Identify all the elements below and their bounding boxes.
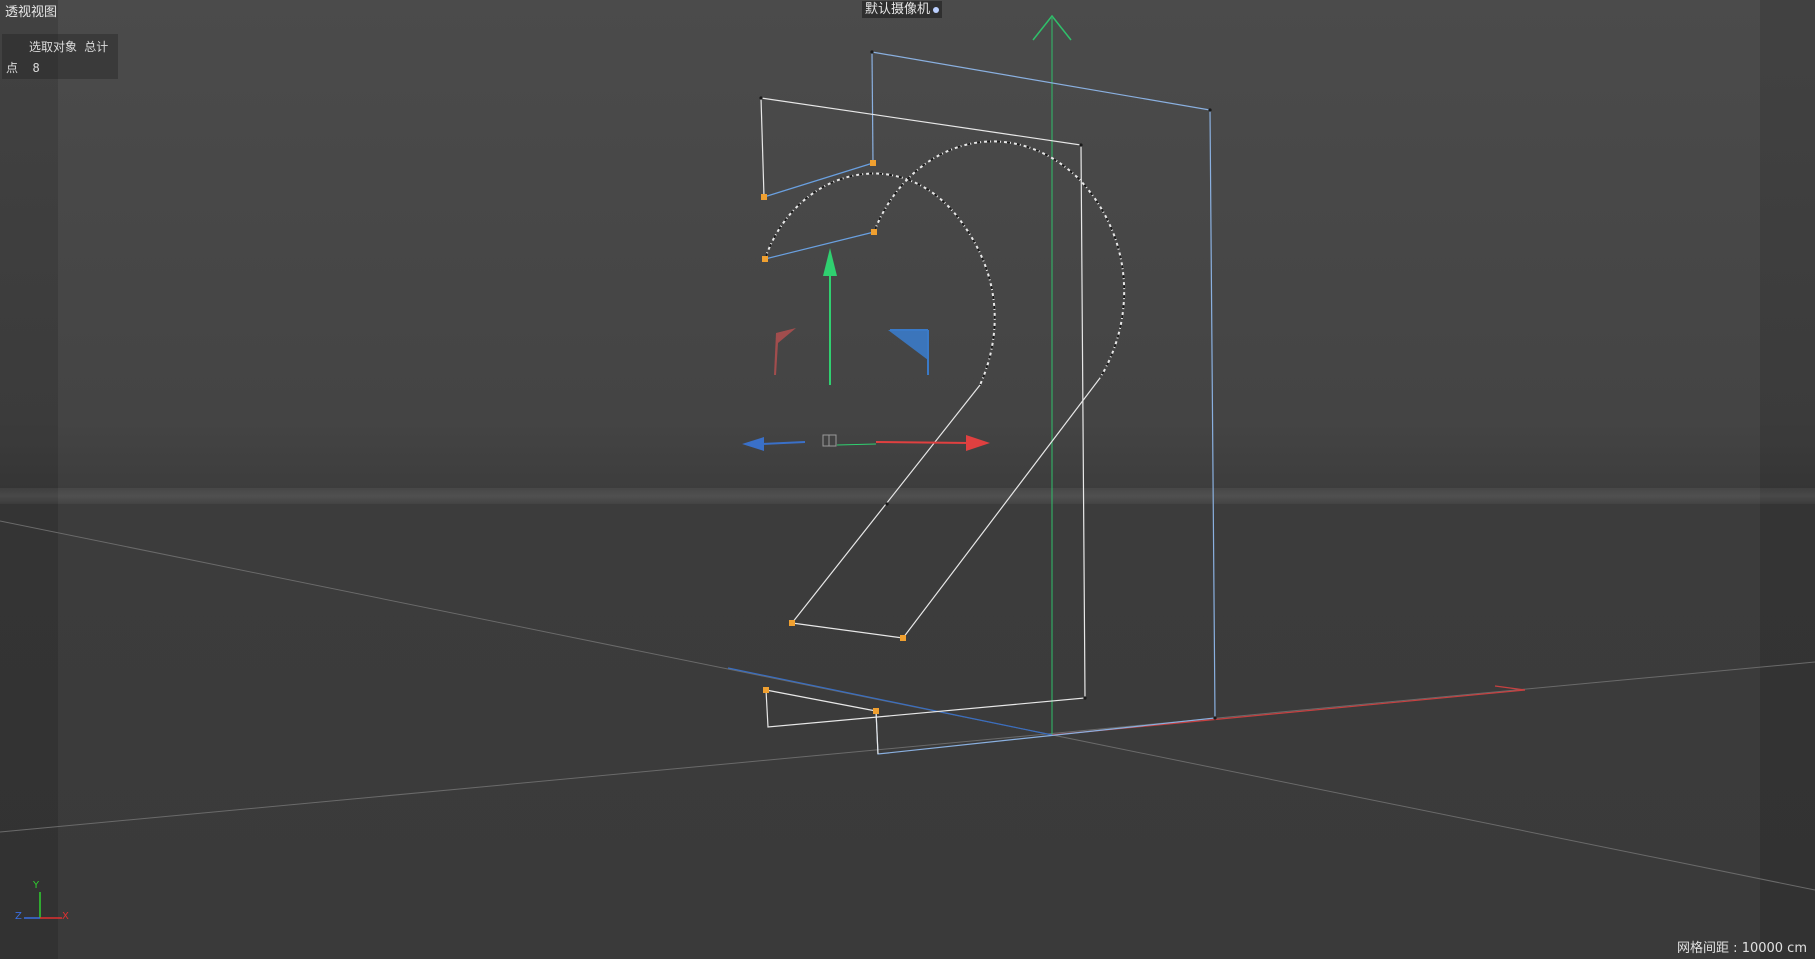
move-gizmo[interactable] — [742, 248, 990, 451]
world-x-axis-tip — [1494, 685, 1526, 691]
selected-point[interactable] — [762, 256, 768, 262]
tangent-handle — [763, 162, 874, 198]
gizmo-y-arrowhead[interactable] — [823, 248, 837, 276]
info-panel: 选取对象 总计 点 8 — [2, 34, 118, 79]
gizmo-x-arrowhead[interactable] — [966, 435, 990, 451]
gizmo-z-arrowhead[interactable] — [742, 437, 764, 451]
scene-canvas[interactable] — [0, 0, 1815, 959]
axis-indicator-z-label: Z — [15, 911, 22, 922]
camera-icon — [933, 6, 940, 13]
gizmo-x-axis[interactable] — [875, 441, 971, 444]
spline-vertex — [1083, 696, 1087, 700]
white-plane-edge — [760, 97, 765, 198]
axis-indicator-x-label: X — [62, 911, 69, 922]
info-row-label: 点 — [6, 61, 19, 75]
selected-point[interactable] — [871, 229, 877, 235]
blue-handle-line — [871, 51, 874, 164]
white-plane-outline — [760, 97, 1086, 728]
info-panel-row: 点 8 — [6, 59, 40, 76]
gizmo-xz-line — [836, 443, 877, 446]
gizmo-plane-yz[interactable] — [888, 330, 928, 360]
perspective-viewport[interactable]: 透视视图 默认摄像机 选取对象 总计 点 8 Y X Z 网格间距 : 1000… — [0, 0, 1815, 959]
info-row-value: 8 — [32, 61, 40, 75]
ground-grid-line — [0, 661, 1815, 833]
spline-vertex — [1079, 143, 1083, 147]
world-z-axis — [727, 667, 1053, 736]
selected-point[interactable] — [870, 160, 876, 166]
spline-vertex — [1208, 108, 1212, 112]
axis-indicator-y-label: Y — [33, 880, 40, 891]
spline-vertex — [870, 50, 874, 54]
blue-plane-outline — [871, 51, 1216, 755]
spline-arc-front-shadow — [764, 172, 996, 386]
camera-label-text: 默认摄像机 — [865, 2, 931, 17]
info-panel-header: 选取对象 总计 — [29, 40, 109, 54]
selected-point[interactable] — [789, 620, 795, 626]
spline-vertex — [1213, 716, 1217, 720]
gizmo-plane-xy[interactable] — [774, 328, 796, 375]
spline-vertex — [759, 96, 763, 100]
view-name-menu[interactable]: 透视视图 — [5, 1, 57, 20]
selected-point[interactable] — [763, 687, 769, 693]
spline-diagonal — [902, 377, 1101, 639]
spline-vertex — [885, 502, 889, 506]
camera-selector[interactable]: 默认摄像机 — [862, 1, 943, 18]
tangent-handle — [764, 231, 875, 260]
bottom-connector — [765, 689, 877, 712]
selected-point[interactable] — [900, 635, 906, 641]
spline-bottom — [791, 622, 904, 639]
grid-spacing-label: 网格间距 : 10000 cm — [1677, 941, 1807, 956]
selected-point[interactable] — [873, 708, 879, 714]
selected-point[interactable] — [761, 194, 767, 200]
gizmo-z-axis[interactable] — [761, 441, 806, 445]
